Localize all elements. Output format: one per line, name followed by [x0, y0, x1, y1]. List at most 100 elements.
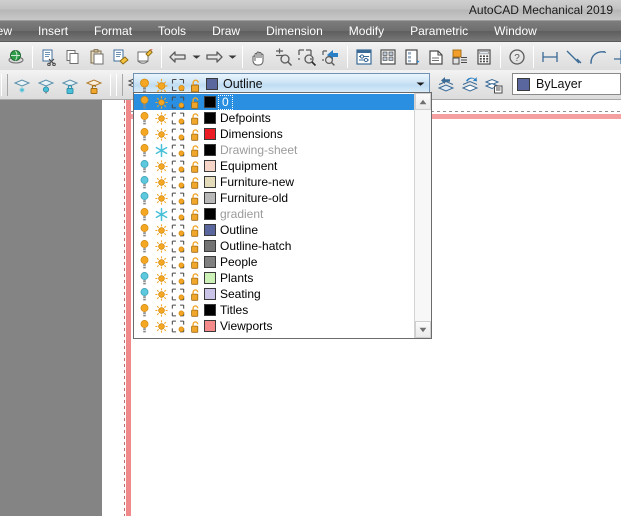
scroll-down-icon[interactable] — [415, 321, 431, 338]
scrollbar-track[interactable] — [415, 110, 431, 321]
layer-list-item[interactable]: Outline-hatch — [134, 238, 414, 254]
layer-list-item[interactable]: Furniture-old — [134, 190, 414, 206]
layer-lock-icon[interactable] — [58, 73, 82, 97]
unlock-icon[interactable] — [187, 319, 202, 334]
layer-color-swatch[interactable] — [204, 240, 216, 252]
menu-item-parametric[interactable]: Parametric — [397, 21, 481, 41]
layer-list-item[interactable]: Titles — [134, 302, 414, 318]
lightbulb-on-icon[interactable] — [136, 127, 153, 142]
linear-dimension-icon[interactable] — [538, 45, 562, 69]
lightbulb-on-icon[interactable] — [136, 207, 153, 222]
sun-thaw-icon[interactable] — [153, 287, 170, 302]
layer-list-item[interactable]: 0 — [134, 94, 414, 110]
toolbar-grip-2[interactable] — [116, 73, 123, 96]
color-bylayer-combobox[interactable]: ByLayer — [512, 73, 621, 95]
unlock-icon[interactable] — [187, 271, 202, 286]
unlock-icon[interactable] — [187, 143, 202, 158]
globe-icon[interactable] — [4, 45, 28, 69]
properties-icon[interactable] — [352, 45, 376, 69]
layer-list-item[interactable]: Viewports — [134, 318, 414, 334]
quick-calc-icon[interactable] — [472, 45, 496, 69]
layer-color-swatch[interactable] — [204, 208, 216, 220]
sun-thaw-icon[interactable] — [153, 175, 170, 190]
undo-icon[interactable] — [166, 45, 190, 69]
layer-list-item[interactable]: Outline — [134, 222, 414, 238]
unlock-icon[interactable] — [187, 159, 202, 174]
chevron-down-icon[interactable] — [412, 74, 429, 94]
layer-color-swatch[interactable] — [204, 272, 216, 284]
sheet-set-manager-icon[interactable] — [424, 45, 448, 69]
pan-icon[interactable] — [247, 45, 271, 69]
zoom-previous-icon[interactable] — [319, 45, 343, 69]
sun-thaw-icon[interactable] — [153, 255, 170, 270]
unlock-icon[interactable] — [187, 207, 202, 222]
layer-color-swatch[interactable] — [204, 96, 216, 108]
layer-color-swatch[interactable] — [204, 160, 216, 172]
menu-item-format[interactable]: Format — [81, 21, 145, 41]
tool-palettes-icon[interactable] — [400, 45, 424, 69]
redo-icon[interactable] — [202, 45, 226, 69]
scroll-up-icon[interactable] — [415, 93, 431, 110]
menu-item-modify[interactable]: Modify — [336, 21, 397, 41]
menu-item-window[interactable]: Window — [481, 21, 550, 41]
paste-icon[interactable] — [85, 45, 109, 69]
sun-thaw-icon[interactable] — [153, 191, 170, 206]
lightbulb-off-icon[interactable] — [136, 175, 153, 190]
unlock-icon[interactable] — [187, 95, 202, 110]
undo-dropdown-arrow-icon[interactable] — [190, 45, 202, 69]
unlock-icon[interactable] — [187, 191, 202, 206]
layer-list-item[interactable]: Dimensions — [134, 126, 414, 142]
layer-list-item[interactable]: Plants — [134, 270, 414, 286]
lightbulb-on-icon[interactable] — [136, 111, 153, 126]
lightbulb-off-icon[interactable] — [136, 271, 153, 286]
redo-dropdown-arrow-icon[interactable] — [226, 45, 238, 69]
sun-thaw-icon[interactable] — [153, 271, 170, 286]
viewport-freeze-icon[interactable] — [170, 223, 187, 238]
viewport-freeze-icon[interactable] — [170, 303, 187, 318]
layer-list-scrollbar[interactable] — [414, 93, 431, 338]
unlock-icon[interactable] — [187, 175, 202, 190]
toolbar-grip[interactable] — [1, 73, 8, 96]
edit-block-icon[interactable] — [133, 45, 157, 69]
layer-color-swatch[interactable] — [204, 176, 216, 188]
lightbulb-on-icon[interactable] — [136, 143, 153, 158]
lightbulb-on-icon[interactable] — [136, 223, 153, 238]
layer-color-swatch[interactable] — [204, 192, 216, 204]
menu-item-tools[interactable]: Tools — [145, 21, 199, 41]
menu-item-view[interactable]: iew — [0, 21, 25, 41]
sun-thaw-icon[interactable] — [153, 239, 170, 254]
menu-item-draw[interactable]: Draw — [199, 21, 253, 41]
snowflake-freeze-icon[interactable] — [153, 143, 170, 158]
sun-thaw-icon[interactable] — [153, 95, 170, 110]
design-center-icon[interactable] — [376, 45, 400, 69]
arc-length-dimension-icon[interactable] — [586, 45, 610, 69]
sun-thaw-icon[interactable] — [153, 223, 170, 238]
lightbulb-on-icon[interactable] — [136, 255, 153, 270]
viewport-freeze-icon[interactable] — [170, 111, 187, 126]
layer-list-item[interactable]: Defpoints — [134, 110, 414, 126]
layer-list-item[interactable]: Equipment — [134, 158, 414, 174]
aligned-dimension-icon[interactable] — [562, 45, 586, 69]
viewport-freeze-icon[interactable] — [170, 287, 187, 302]
match-properties-icon[interactable] — [109, 45, 133, 69]
lightbulb-on-icon[interactable] — [136, 95, 153, 110]
layer-color-swatch[interactable] — [204, 288, 216, 300]
layer-unlock-icon[interactable] — [82, 73, 106, 97]
layer-make-current-icon[interactable] — [458, 73, 482, 97]
lightbulb-on-icon[interactable] — [136, 77, 153, 92]
unlock-icon[interactable] — [187, 127, 202, 142]
layer-color-swatch[interactable] — [204, 144, 216, 156]
sun-thaw-icon[interactable] — [153, 111, 170, 126]
zoom-realtime-icon[interactable] — [271, 45, 295, 69]
sun-thaw-icon[interactable] — [153, 159, 170, 174]
lightbulb-off-icon[interactable] — [136, 191, 153, 206]
snowflake-freeze-icon[interactable] — [153, 207, 170, 222]
viewport-freeze-icon[interactable] — [170, 143, 187, 158]
viewport-freeze-icon[interactable] — [170, 239, 187, 254]
unlock-icon[interactable] — [187, 287, 202, 302]
layer-color-swatch[interactable] — [204, 256, 216, 268]
zoom-window-icon[interactable] — [295, 45, 319, 69]
viewport-freeze-icon[interactable] — [170, 175, 187, 190]
copy-icon[interactable] — [61, 45, 85, 69]
layer-list-item[interactable]: Drawing-sheet — [134, 142, 414, 158]
